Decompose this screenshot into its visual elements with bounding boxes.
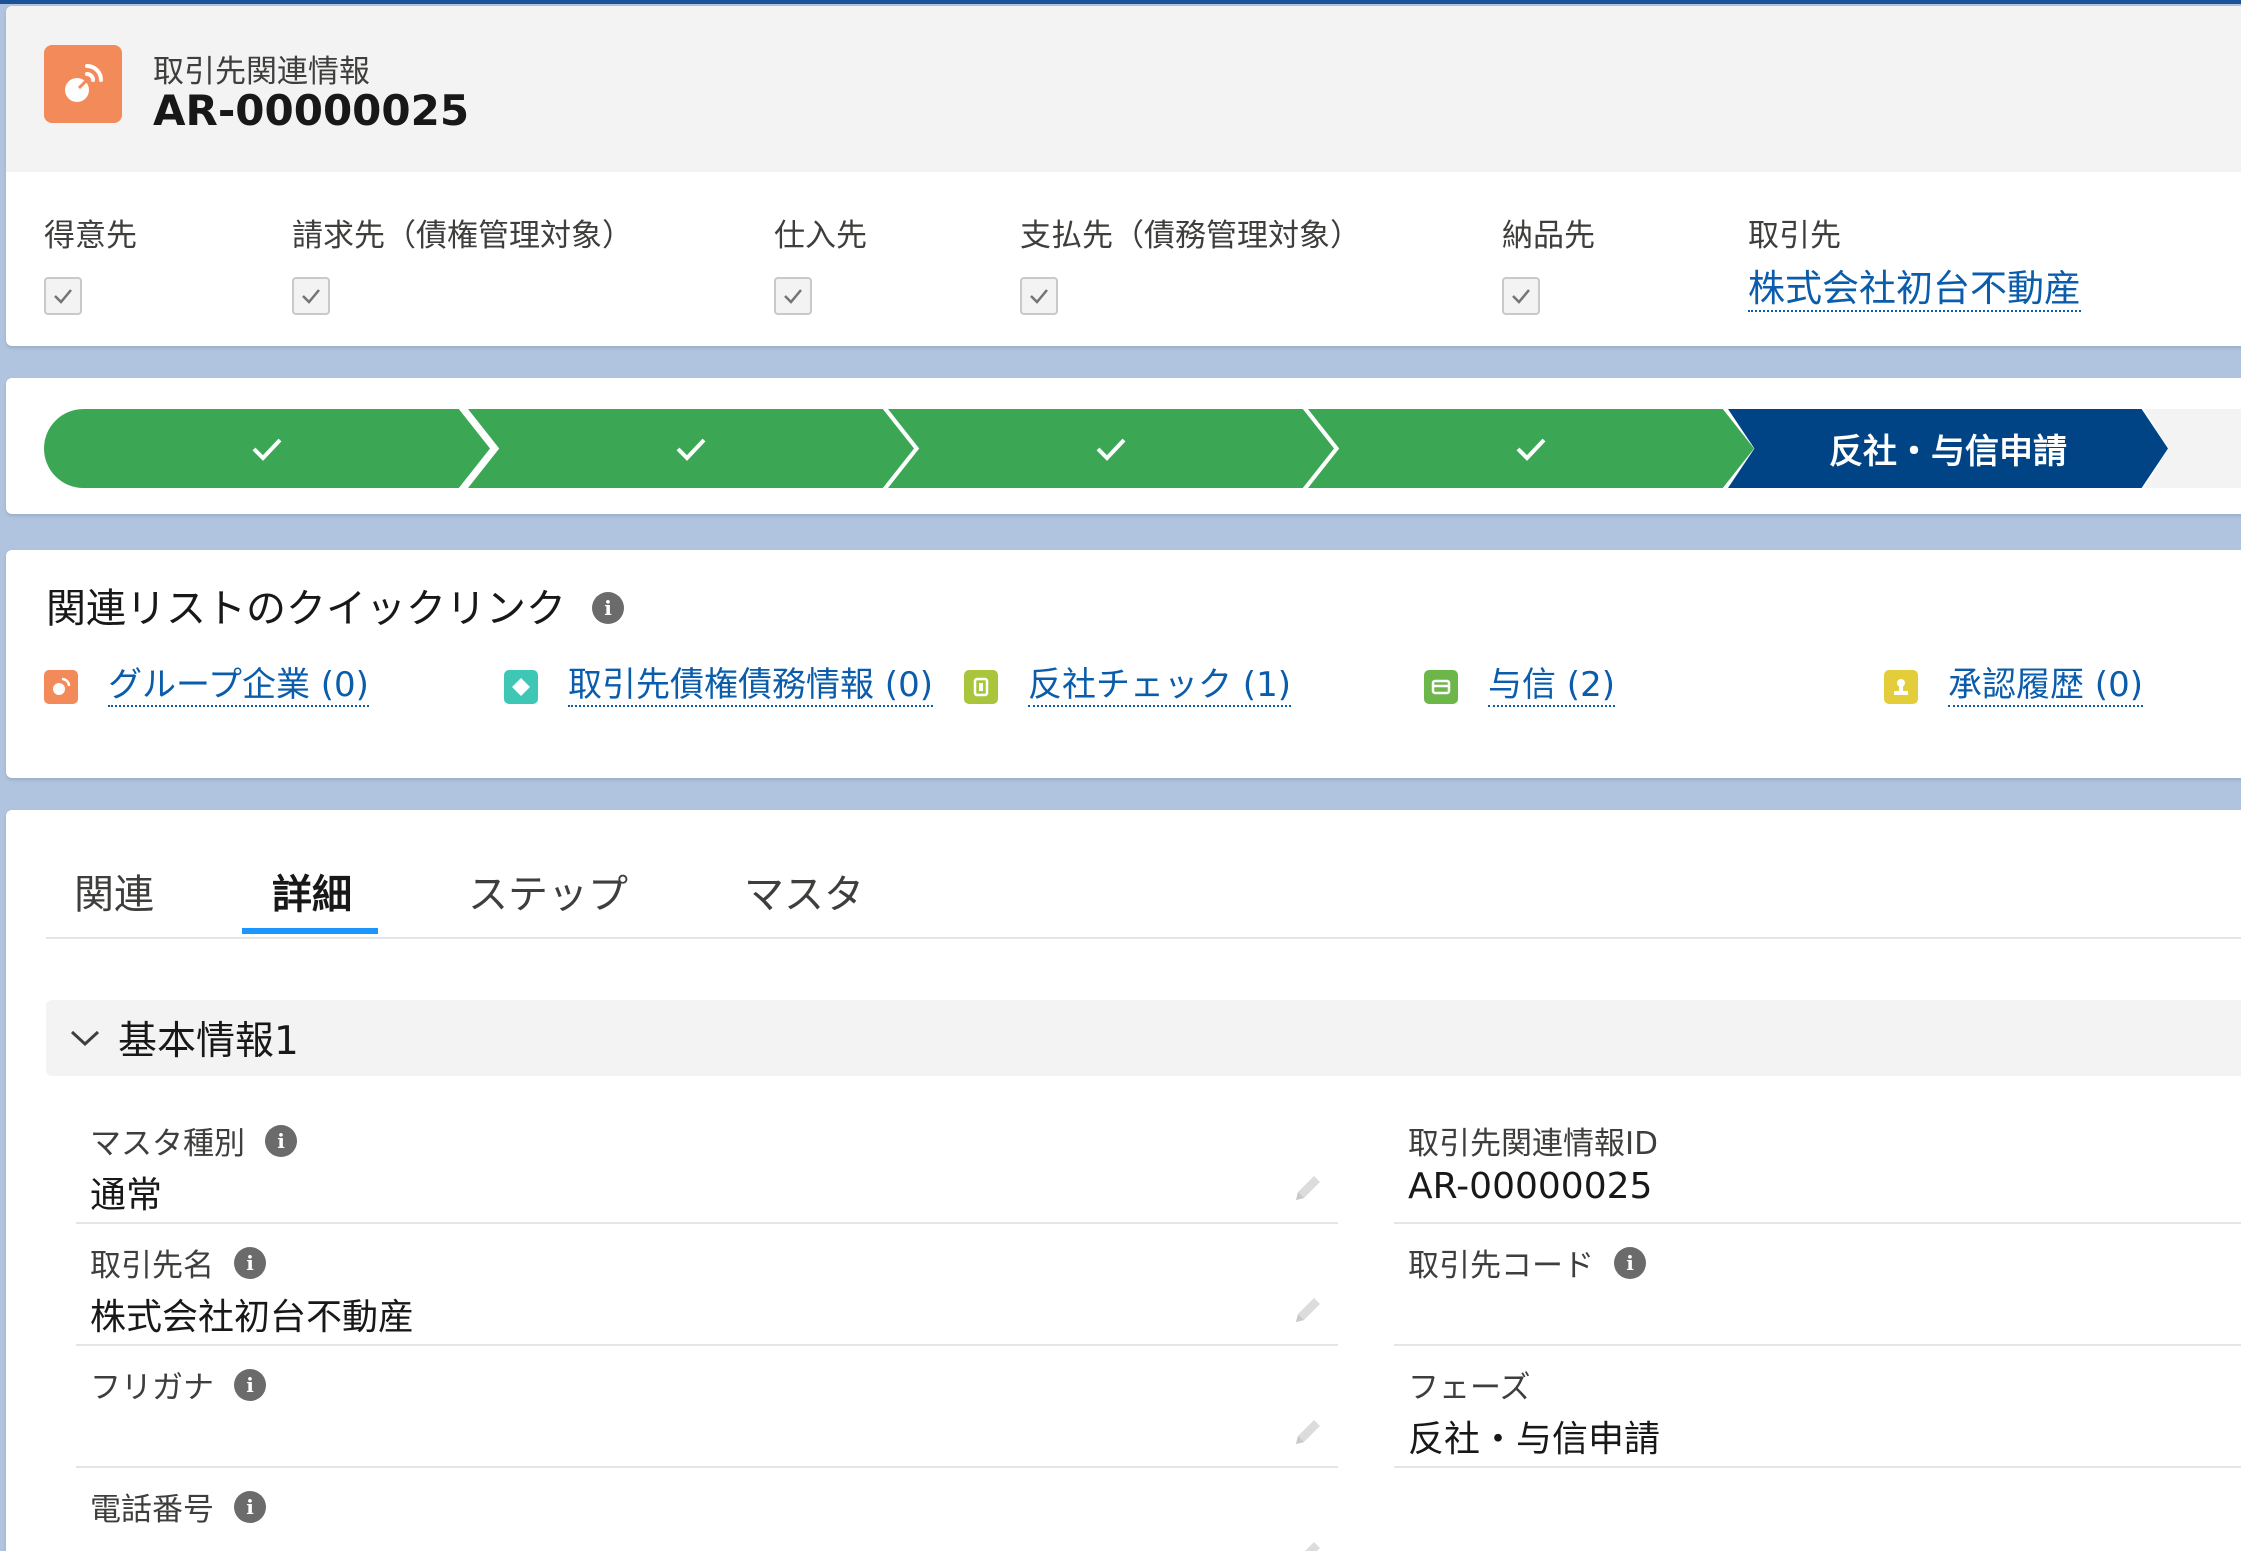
quick-link-group-companies[interactable]: グループ企業 (0)	[108, 665, 369, 708]
checkbox-checked-icon	[774, 277, 812, 315]
related-quick-links: 関連リストのクイックリンク i グループ企業 (0) 取引先債権債務情報 (0)…	[6, 550, 2241, 778]
field-label: 取引先コード i	[1408, 1240, 1646, 1285]
quick-links-title: 関連リストのクイックリンク	[46, 586, 566, 632]
path-step-current[interactable]: 反社・与信申請	[1728, 409, 2168, 488]
path-step-complete[interactable]	[468, 409, 914, 488]
field-label-text: フリガナ	[90, 1370, 214, 1406]
checkbox-checked-icon	[1502, 277, 1540, 315]
checkbox-checked-icon	[292, 277, 330, 315]
record-header: 取引先関連情報 AR-00000025 得意先 請求先（債権管理対象） 仕入先 …	[6, 6, 2241, 346]
field-phase: フェーズ 反社・与信申請	[1394, 1346, 2241, 1468]
quick-link-item: 反社チェック (1)	[964, 665, 1291, 708]
highlight-field: 納品先	[1502, 210, 1595, 315]
highlight-label: 仕入先	[774, 218, 867, 254]
info-icon[interactable]: i	[234, 1368, 266, 1401]
pencil-icon[interactable]	[1290, 1538, 1324, 1551]
quick-link-antisocial-check[interactable]: 反社チェック (1)	[1028, 665, 1291, 708]
field-account-name: 取引先名 i 株式会社初台不動産	[76, 1224, 1338, 1346]
active-tab-indicator	[242, 928, 378, 934]
checkmark-icon	[1516, 438, 1546, 461]
background-stripe	[0, 0, 2241, 4]
field-label-text: 取引先コード	[1408, 1248, 1594, 1284]
field-value: 株式会社初台不動産	[90, 1297, 415, 1338]
field-account-code: 取引先コード i	[1394, 1224, 2241, 1346]
chevron-down-icon	[70, 1030, 100, 1047]
tab-related[interactable]: 関連	[74, 862, 154, 920]
field-label-text: フェーズ	[1408, 1370, 1531, 1406]
field-label: マスタ種別 i	[90, 1118, 297, 1163]
quick-link-item: 承認履歴 (0)	[1884, 665, 2143, 708]
record-detail-panel: 関連 詳細 ステップ マスタ 基本情報1 マスタ種別 i 通常 取引先名 i 株式会…	[6, 810, 2241, 1551]
tab-details[interactable]: 詳細	[272, 862, 352, 920]
field-label: 電話番号 i	[90, 1484, 266, 1529]
field-label: 取引先関連情報ID	[1408, 1118, 1658, 1163]
quick-link-item: 与信 (2)	[1424, 665, 1615, 708]
card-icon	[1424, 669, 1458, 704]
diamond-icon	[504, 669, 538, 704]
record-type-label: 取引先関連情報	[153, 54, 370, 90]
info-icon[interactable]: i	[265, 1124, 297, 1157]
satellite-dish-icon	[44, 45, 122, 123]
account-link[interactable]: 株式会社初台不動産	[1748, 268, 2081, 312]
path-step-complete[interactable]	[888, 409, 1334, 488]
field-label-text: 取引先関連情報ID	[1408, 1126, 1659, 1162]
field-phone: 電話番号 i	[76, 1468, 1338, 1551]
tab-steps[interactable]: ステップ	[468, 862, 628, 920]
quick-link-receivables-payables[interactable]: 取引先債権債務情報 (0)	[568, 665, 933, 708]
pencil-icon[interactable]	[1290, 1172, 1324, 1206]
field-label: フェーズ	[1408, 1362, 1530, 1407]
field-label-text: マスタ種別	[90, 1126, 245, 1162]
field-label: 取引先名 i	[90, 1240, 266, 1285]
pencil-icon[interactable]	[1290, 1416, 1324, 1450]
highlight-label: 取引先	[1748, 218, 1841, 254]
field-label: フリガナ i	[90, 1362, 266, 1407]
path-component: 反社・与信申請	[6, 378, 2241, 514]
info-icon[interactable]: i	[234, 1490, 266, 1523]
field-account-relation-id: 取引先関連情報ID AR-00000025	[1394, 1102, 2241, 1224]
tab-master[interactable]: マスタ	[744, 862, 864, 920]
field-value: 通常	[90, 1175, 163, 1216]
quick-link-item: グループ企業 (0)	[44, 665, 369, 708]
highlight-field: 請求先（債権管理対象）	[292, 210, 633, 315]
highlight-label: 得意先	[44, 218, 137, 254]
quick-link-credit[interactable]: 与信 (2)	[1488, 665, 1615, 708]
quick-link-item: 取引先債権債務情報 (0)	[504, 665, 933, 708]
tab-bar-divider	[46, 937, 2241, 939]
highlight-label: 請求先（債権管理対象）	[292, 218, 633, 254]
record-name: AR-00000025	[153, 86, 470, 135]
info-icon[interactable]: i	[592, 592, 624, 624]
field-value: AR-00000025	[1408, 1166, 1653, 1207]
info-icon[interactable]: i	[1614, 1246, 1646, 1279]
field-label-text: 電話番号	[90, 1492, 214, 1528]
field-master-type: マスタ種別 i 通常	[76, 1102, 1338, 1224]
path-step-complete[interactable]	[44, 409, 490, 488]
field-label-text: 取引先名	[90, 1248, 214, 1284]
stamp-icon	[1884, 669, 1918, 704]
highlight-field: 支払先（債務管理対象）	[1020, 210, 1361, 315]
quick-link-approval-history[interactable]: 承認履歴 (0)	[1948, 665, 2143, 708]
section-title: 基本情報1	[118, 1019, 299, 1064]
pencil-icon[interactable]	[1290, 1294, 1324, 1328]
highlight-field-account: 取引先 株式会社初台不動産	[1748, 210, 2081, 312]
path-step-complete[interactable]	[1308, 409, 1754, 488]
path-step-label: 反社・与信申請	[1829, 432, 2067, 472]
highlight-label: 支払先（債務管理対象）	[1020, 218, 1361, 254]
checkmark-icon	[1096, 438, 1126, 461]
checkbox-checked-icon	[44, 277, 82, 315]
highlight-label: 納品先	[1502, 218, 1595, 254]
info-icon[interactable]: i	[234, 1246, 266, 1279]
highlight-field: 得意先	[44, 210, 137, 315]
field-furigana: フリガナ i	[76, 1346, 1338, 1468]
checkbox-checked-icon	[1020, 277, 1058, 315]
checkmark-icon	[252, 438, 282, 461]
field-value: 反社・与信申請	[1408, 1419, 1661, 1460]
document-icon	[964, 669, 998, 704]
highlight-field: 仕入先	[774, 210, 867, 315]
checkmark-icon	[676, 438, 706, 461]
satellite-icon	[44, 669, 78, 704]
section-header[interactable]: 基本情報1	[46, 1000, 2241, 1076]
